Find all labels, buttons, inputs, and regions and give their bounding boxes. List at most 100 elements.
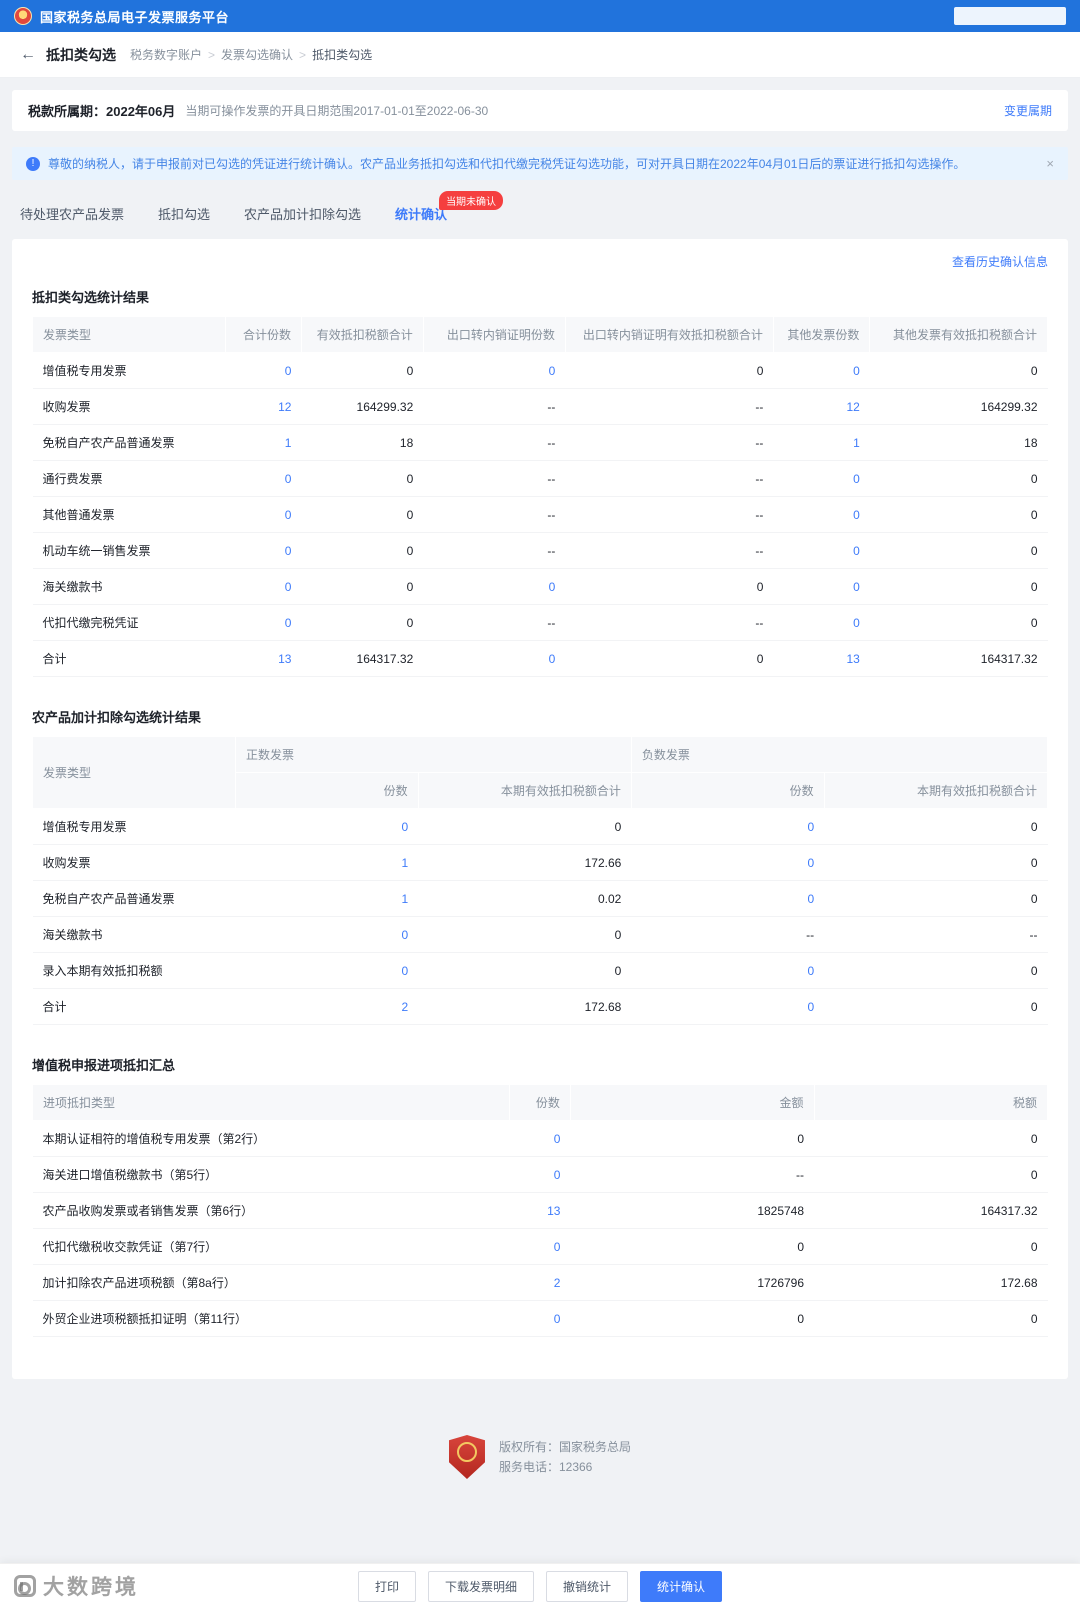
value-cell: 0 [869, 568, 1048, 605]
close-icon[interactable]: × [1034, 156, 1054, 171]
action-button[interactable]: 打印 [357, 1571, 416, 1602]
count-link[interactable]: 0 [225, 352, 302, 389]
count-link[interactable]: 0 [631, 952, 825, 989]
notice-bar: ! 尊敬的纳税人，请于申报前对已勾选的凭证进行统计确认。农产品业务抵扣勾选和代扣… [12, 147, 1068, 180]
count-link[interactable]: 0 [773, 460, 870, 497]
view-history-link[interactable]: 查看历史确认信息 [952, 255, 1048, 269]
column-group-negative: 负数发票 [630, 736, 1049, 773]
value-cell: 164317.32 [814, 1192, 1048, 1229]
count-link[interactable]: 0 [509, 1228, 571, 1265]
row-label: 合计 [32, 640, 226, 677]
tab-item[interactable]: 待处理农产品发票 [20, 200, 124, 227]
tab-item[interactable]: 农产品加计扣除勾选 [244, 200, 361, 227]
value-cell: 172.66 [418, 844, 632, 881]
count-link[interactable]: 0 [773, 604, 870, 641]
value-cell: 0 [301, 604, 424, 641]
count-link[interactable]: 0 [225, 532, 302, 569]
count-link[interactable]: 0 [235, 808, 419, 845]
row-label: 增值税专用发票 [32, 808, 236, 845]
action-button[interactable]: 下载发票明细 [427, 1571, 534, 1602]
breadcrumb-item[interactable]: 税务数字账户 [130, 46, 202, 63]
column-header: 有效抵扣税额合计 [300, 316, 424, 353]
value-cell: 0 [418, 952, 632, 989]
tab-item[interactable]: 抵扣勾选 [158, 200, 210, 227]
count-link[interactable]: 0 [423, 352, 566, 389]
breadcrumb-item[interactable]: 发票勾选确认 [221, 46, 293, 63]
count-link[interactable]: 0 [631, 808, 825, 845]
value-cell: 0 [824, 844, 1048, 881]
confirm-statistics-button[interactable]: 统计确认 [640, 1571, 723, 1602]
section1-title: 抵扣类勾选统计结果 [32, 290, 150, 305]
row-label: 外贸企业进项税额抵扣证明（第11行） [32, 1300, 510, 1337]
count-link[interactable]: 2 [509, 1264, 571, 1301]
value-cell: -- [565, 460, 774, 497]
action-button[interactable]: 撤销统计 [546, 1571, 629, 1602]
count-link[interactable]: 0 [631, 988, 825, 1025]
count-link[interactable]: 0 [509, 1300, 571, 1337]
footer-text: 版权所有：国家税务总局 服务电话：12366 [499, 1437, 631, 1477]
row-label: 本期认证相符的增值税专用发票（第2行） [32, 1120, 510, 1157]
count-link[interactable]: 0 [509, 1156, 571, 1193]
count-link[interactable]: 0 [773, 352, 870, 389]
row-label: 代扣代缴税收交款凭证（第7行） [32, 1228, 510, 1265]
value-cell: -- [423, 424, 566, 461]
table-row: 外贸企业进项税额抵扣证明（第11行） 0 0 0 [32, 1300, 1048, 1337]
column-header-count: 份数 [630, 772, 825, 809]
row-label: 合计 [32, 988, 236, 1025]
count-link[interactable]: 12 [225, 388, 302, 425]
count-link[interactable]: 13 [225, 640, 302, 677]
row-label: 通行费发票 [32, 460, 226, 497]
count-link[interactable]: 0 [423, 568, 566, 605]
count-link[interactable]: 1 [235, 880, 419, 917]
count-link[interactable]: 0 [631, 844, 825, 881]
count-link[interactable]: 0 [631, 880, 825, 917]
period-value: 2022年06月 [106, 104, 176, 119]
count-link[interactable]: 13 [509, 1192, 571, 1229]
breadcrumb-separator: > [299, 47, 307, 62]
column-header: 进项抵扣类型 [31, 1084, 511, 1121]
section3-title: 增值税申报进项抵扣汇总 [32, 1058, 176, 1073]
tab-active[interactable]: 统计确认 当期未确认 [395, 191, 504, 227]
value-cell: 1825748 [570, 1192, 815, 1229]
notice-text: 尊敬的纳税人，请于申报前对已勾选的凭证进行统计确认。农产品业务抵扣勾选和代扣代缴… [48, 157, 966, 171]
count-link[interactable]: 1 [773, 424, 870, 461]
page-title: 抵扣类勾选 [46, 46, 116, 63]
count-link[interactable]: 0 [423, 640, 566, 677]
count-link[interactable]: 13 [773, 640, 870, 677]
count-link[interactable]: 0 [509, 1120, 571, 1157]
table-row: 收购发票 1 172.66 0 0 [32, 844, 1048, 881]
count-link[interactable]: 0 [225, 496, 302, 533]
column-header: 发票类型 [32, 316, 226, 353]
value-cell: 164299.32 [869, 388, 1048, 425]
value-cell: 164317.32 [869, 640, 1048, 677]
count-link[interactable]: 0 [235, 952, 419, 989]
row-label: 其他普通发票 [32, 496, 226, 533]
app-title: 国家税务总局电子发票服务平台 [40, 9, 230, 25]
change-period-link[interactable]: 变更属期 [1004, 102, 1052, 119]
value-cell: 0 [869, 496, 1048, 533]
count-link[interactable]: 0 [225, 460, 302, 497]
value-cell: 0 [565, 640, 774, 677]
count-link[interactable]: 0 [773, 568, 870, 605]
count-link[interactable]: 12 [773, 388, 870, 425]
section2-title: 农产品加计扣除勾选统计结果 [32, 710, 202, 725]
back-arrow-icon[interactable]: ← [20, 46, 36, 63]
user-info-redacted[interactable] [954, 7, 1066, 25]
count-link[interactable]: 2 [235, 988, 419, 1025]
column-header: 出口转内销证明份数 [422, 316, 566, 353]
count-link[interactable]: 0 [773, 496, 870, 533]
count-link[interactable]: 0 [225, 568, 302, 605]
count-link[interactable]: 0 [235, 916, 419, 953]
value-cell: 0 [869, 460, 1048, 497]
value-cell: 0 [814, 1300, 1048, 1337]
value-cell: 0 [418, 808, 632, 845]
value-cell: -- [423, 604, 566, 641]
count-link[interactable]: 0 [773, 532, 870, 569]
count-link[interactable]: 1 [235, 844, 419, 881]
table-row: 通行费发票 0 0 -- -- 0 0 [32, 460, 1048, 497]
row-label: 农产品收购发票或者销售发票（第6行） [32, 1192, 510, 1229]
column-header-count: 份数 [235, 772, 419, 809]
count-link[interactable]: 1 [225, 424, 302, 461]
count-link[interactable]: 0 [225, 604, 302, 641]
column-header-amount: 本期有效抵扣税额合计 [823, 772, 1049, 809]
